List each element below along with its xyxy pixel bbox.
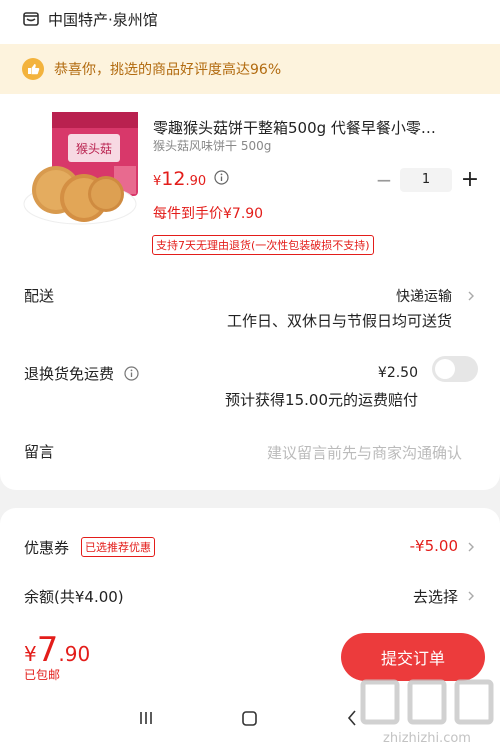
quantity-input[interactable]: 1 [400,168,452,192]
return-shipping-price: ¥2.50 [377,365,418,381]
price-decimal: .90 [185,174,207,189]
svg-text:zhizhizhi.com: zhizhizhi.com [383,731,471,746]
balance-action[interactable]: 去选择 [413,586,458,607]
info-icon[interactable] [214,170,229,185]
chevron-right-icon[interactable] [466,291,476,301]
total-price: ¥ 7 .90 [24,630,90,670]
watermark-logo: zhizhizhi.com [360,679,494,746]
delivery-method[interactable]: 快递运输 [396,286,452,306]
price-integer: 12 [161,168,186,190]
increase-button[interactable]: + [458,169,482,191]
free-shipping-label: 已包邮 [24,668,61,682]
return-shipping-toggle[interactable] [432,356,478,382]
shop-name: 中国特产·泉州馆 [48,10,158,29]
message-input[interactable]: 建议留言前先与商家沟通确认 [267,442,462,463]
product-image-brand-text: 猴头菇 [76,142,112,156]
decrease-button[interactable]: − [372,168,396,192]
total-symbol: ¥ [24,642,37,666]
coupon-badge: 已选推荐优惠 [81,537,155,557]
thumbs-up-icon [22,58,44,80]
quantity-stepper: − 1 + [372,167,484,193]
toggle-knob [435,359,455,379]
product-title[interactable]: 零趣猴头菇饼干整箱500g 代餐早餐小零… [153,117,483,138]
total-decimal: .90 [58,642,91,666]
rating-banner-text: 恭喜你，挑选的商品好评度高达96% [54,62,282,78]
product-spec[interactable]: 猴头菇风味饼干 500g [153,137,271,154]
info-icon[interactable] [124,366,139,381]
chevron-right-icon[interactable] [466,542,476,552]
balance-label: 余额(共¥4.00) [24,588,124,606]
return-shipping-row: 退换货免运费 [24,363,139,384]
return-shipping-note: 预计获得15.00元的运费赔付 [225,391,418,409]
order-card: 中国特产·泉州馆 恭喜你，挑选的商品好评度高达96% 猴头菇 零趣猴头菇饼干整箱… [0,0,500,490]
total-integer: 7 [36,630,59,670]
return-shipping-label: 退换货免运费 [24,365,115,383]
delivery-note: 工作日、双休日与节假日均可送货 [226,312,452,330]
product-price: ¥ 12 .90 [153,168,206,190]
recent-apps-icon[interactable] [138,710,154,726]
message-label: 留言 [24,443,55,461]
shop-icon [23,12,39,26]
coupon-label: 优惠券 [24,539,70,557]
home-icon[interactable] [241,710,258,727]
coupon-value[interactable]: -¥5.00 [410,537,458,555]
unit-price-text: 每件到手价¥7.90 [153,206,264,222]
product-image[interactable]: 猴头菇 [22,112,138,228]
price-symbol: ¥ [153,174,162,189]
return-policy-tag: 支持7天无理由退货(一次性包装破损不支持) [152,235,374,255]
delivery-label: 配送 [24,287,55,305]
shop-header[interactable]: 中国特产·泉州馆 [22,6,158,32]
rating-banner: 恭喜你，挑选的商品好评度高达96% [0,44,500,94]
chevron-right-icon[interactable] [466,591,476,601]
